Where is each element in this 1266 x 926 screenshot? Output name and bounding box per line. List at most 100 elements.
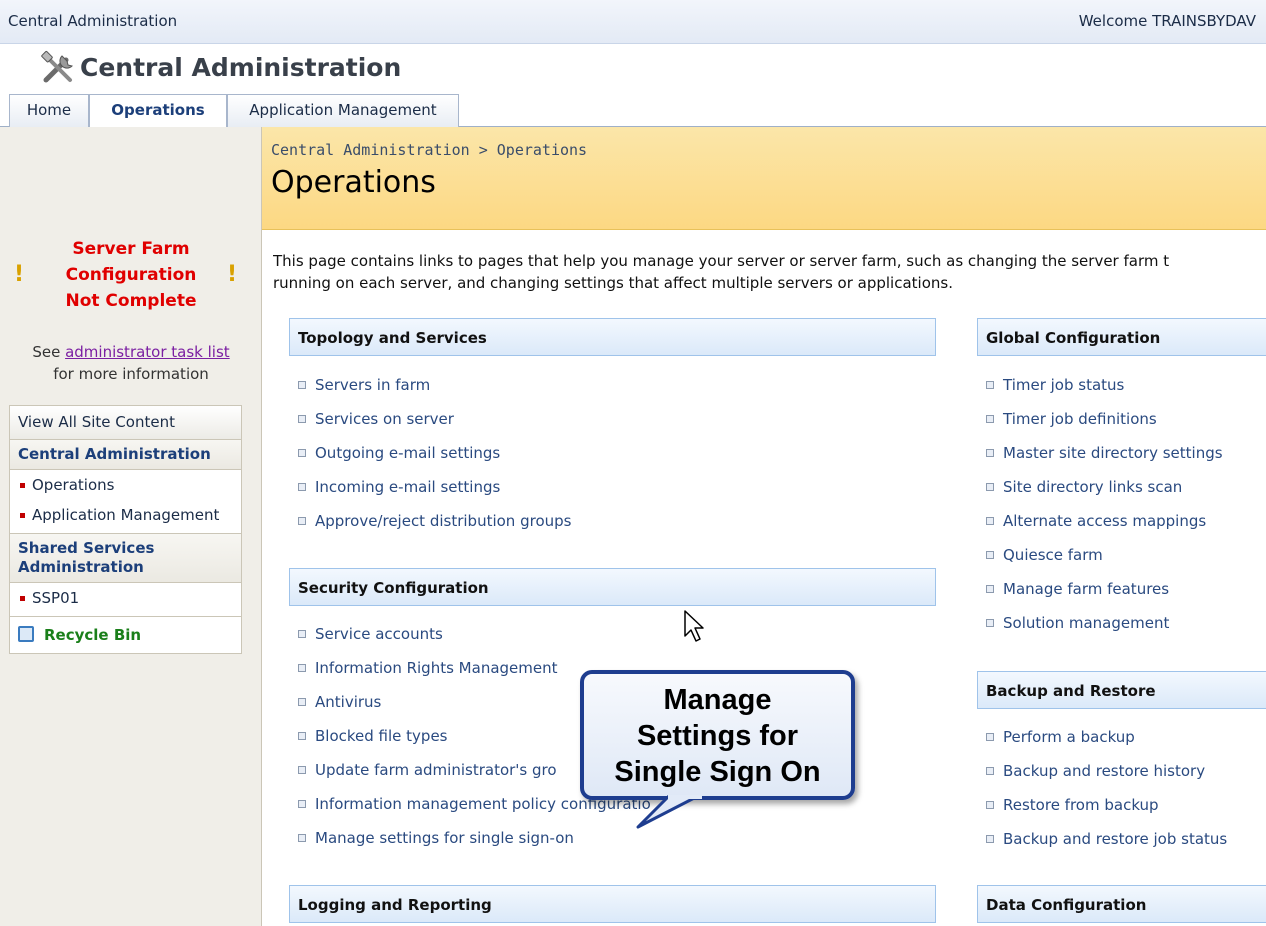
- bullet-icon: [298, 449, 306, 457]
- bullet-icon: [986, 517, 994, 525]
- administrator-task-list-link[interactable]: administrator task list: [65, 343, 230, 361]
- link-label: Outgoing e-mail settings: [315, 444, 501, 462]
- quicklaunch-group: Operations Application Management: [10, 470, 241, 534]
- solution-management-link[interactable]: Solution management: [977, 614, 1223, 648]
- page-title-area: Central Administration > Operations Oper…: [262, 127, 1266, 230]
- left-navigation: Server Farm Configuration Not Complete !…: [0, 127, 262, 926]
- top-nav-tabs: Home Operations Application Management: [0, 94, 1266, 128]
- link-label: Perform a backup: [1003, 728, 1135, 746]
- approve-reject-distribution-groups-link[interactable]: Approve/reject distribution groups: [289, 512, 571, 546]
- bullet-icon: [298, 800, 306, 808]
- tools-icon: [41, 50, 73, 83]
- bullet-icon: [986, 381, 994, 389]
- tab-home[interactable]: Home: [9, 94, 89, 127]
- quicklaunch-heading-central-administration[interactable]: Central Administration: [10, 440, 241, 470]
- mouse-cursor-icon: [684, 610, 704, 642]
- quicklaunch-item-ssp01[interactable]: SSP01: [18, 589, 233, 608]
- timer-job-definitions-link[interactable]: Timer job definitions: [977, 410, 1223, 444]
- bullet-icon: [986, 585, 994, 593]
- link-label: Solution management: [1003, 614, 1170, 632]
- backup-restore-job-status-link[interactable]: Backup and restore job status: [977, 830, 1227, 864]
- link-label: Manage settings for single sign-on: [315, 829, 574, 847]
- outgoing-email-settings-link[interactable]: Outgoing e-mail settings: [289, 444, 571, 478]
- quiesce-farm-link[interactable]: Quiesce farm: [977, 546, 1223, 580]
- alternate-access-mappings-link[interactable]: Alternate access mappings: [977, 512, 1223, 546]
- backup-restore-history-link[interactable]: Backup and restore history: [977, 762, 1227, 796]
- global-links: Timer job status Timer job definitions M…: [977, 376, 1223, 648]
- link-label: Blocked file types: [315, 727, 448, 745]
- site-header: Central Administration: [0, 44, 1266, 94]
- top-bar: Central Administration Welcome TRAINSBYD…: [0, 0, 1266, 44]
- link-label: Service accounts: [315, 625, 443, 643]
- link-label: Information Rights Management: [315, 659, 558, 677]
- bullet-icon: [20, 483, 25, 488]
- recycle-bin-link[interactable]: Recycle Bin: [10, 617, 241, 653]
- section-heading-backup: Backup and Restore: [977, 671, 1266, 709]
- quicklaunch-item-application-management[interactable]: Application Management: [18, 506, 233, 525]
- breadcrumb[interactable]: Central Administration > Operations: [271, 141, 587, 159]
- perform-backup-link[interactable]: Perform a backup: [977, 728, 1227, 762]
- link-label: Alternate access mappings: [1003, 512, 1207, 530]
- welcome-menu[interactable]: Welcome TRAINSBYDAV: [1079, 12, 1256, 30]
- incoming-email-settings-link[interactable]: Incoming e-mail settings: [289, 478, 571, 512]
- section-heading-global: Global Configuration: [977, 318, 1266, 356]
- tab-operations[interactable]: Operations: [89, 94, 227, 128]
- bullet-icon: [298, 630, 306, 638]
- bullet-icon: [986, 415, 994, 423]
- link-label: Incoming e-mail settings: [315, 478, 501, 496]
- bullet-icon: [298, 415, 306, 423]
- link-label: Site directory links scan: [1003, 478, 1183, 496]
- link-label: Approve/reject distribution groups: [315, 512, 572, 530]
- warning-line: Not Complete: [65, 291, 197, 311]
- description-line: running on each server, and changing set…: [273, 274, 953, 292]
- bullet-icon: [298, 483, 306, 491]
- link-label: Timer job definitions: [1003, 410, 1157, 428]
- information-management-policy-link[interactable]: Information management policy configurat…: [289, 795, 651, 829]
- manage-farm-features-link[interactable]: Manage farm features: [977, 580, 1223, 614]
- callout-annotation: Manage Settings for Single Sign On: [580, 670, 855, 800]
- bullet-icon: [986, 733, 994, 741]
- callout-line: Manage: [663, 684, 772, 716]
- site-directory-links-scan-link[interactable]: Site directory links scan: [977, 478, 1223, 512]
- link-label: Master site directory settings: [1003, 444, 1223, 462]
- bullet-icon: [986, 551, 994, 559]
- bullet-icon: [298, 517, 306, 525]
- link-label: Servers in farm: [315, 376, 431, 394]
- link-label: Services on server: [315, 410, 454, 428]
- bullet-icon: [20, 596, 25, 601]
- section-heading-topology: Topology and Services: [289, 318, 936, 356]
- quick-launch: View All Site Content Central Administra…: [9, 405, 242, 654]
- bullet-icon: [986, 835, 994, 843]
- link-label: Update farm administrator's gro: [315, 761, 557, 779]
- bullet-icon: [298, 381, 306, 389]
- tab-application-management[interactable]: Application Management: [227, 94, 459, 127]
- bullet-icon: [298, 732, 306, 740]
- site-title[interactable]: Central Administration: [80, 53, 401, 82]
- section-heading-logging: Logging and Reporting: [289, 885, 936, 923]
- servers-in-farm-link[interactable]: Servers in farm: [289, 376, 571, 410]
- timer-job-status-link[interactable]: Timer job status: [977, 376, 1223, 410]
- top-breadcrumb[interactable]: Central Administration: [8, 12, 177, 30]
- bullet-icon: [986, 767, 994, 775]
- link-label: Antivirus: [315, 693, 382, 711]
- manage-single-sign-on-link[interactable]: Manage settings for single sign-on: [289, 829, 651, 863]
- callout-text: Manage Settings for Single Sign On: [584, 682, 851, 790]
- restore-from-backup-link[interactable]: Restore from backup: [977, 796, 1227, 830]
- section-heading-data: Data Configuration: [977, 885, 1266, 923]
- quicklaunch-group: SSP01: [10, 583, 241, 617]
- callout-line: Single Sign On: [614, 756, 821, 788]
- callout-line: Settings for: [636, 720, 799, 752]
- bullet-icon: [298, 766, 306, 774]
- quicklaunch-item-operations[interactable]: Operations: [18, 476, 233, 495]
- warning-line: Server Farm: [72, 239, 190, 259]
- services-on-server-link[interactable]: Services on server: [289, 410, 571, 444]
- view-all-site-content-link[interactable]: View All Site Content: [10, 406, 241, 440]
- bullet-icon: [20, 513, 25, 518]
- callout-pointer: [636, 795, 702, 829]
- bullet-icon: [986, 483, 994, 491]
- master-site-directory-settings-link[interactable]: Master site directory settings: [977, 444, 1223, 478]
- service-accounts-link[interactable]: Service accounts: [289, 625, 651, 659]
- farm-warning: Server Farm Configuration Not Complete: [0, 236, 262, 314]
- quicklaunch-heading-shared-services[interactable]: Shared Services Administration: [10, 534, 241, 583]
- backup-links: Perform a backup Backup and restore hist…: [977, 728, 1227, 864]
